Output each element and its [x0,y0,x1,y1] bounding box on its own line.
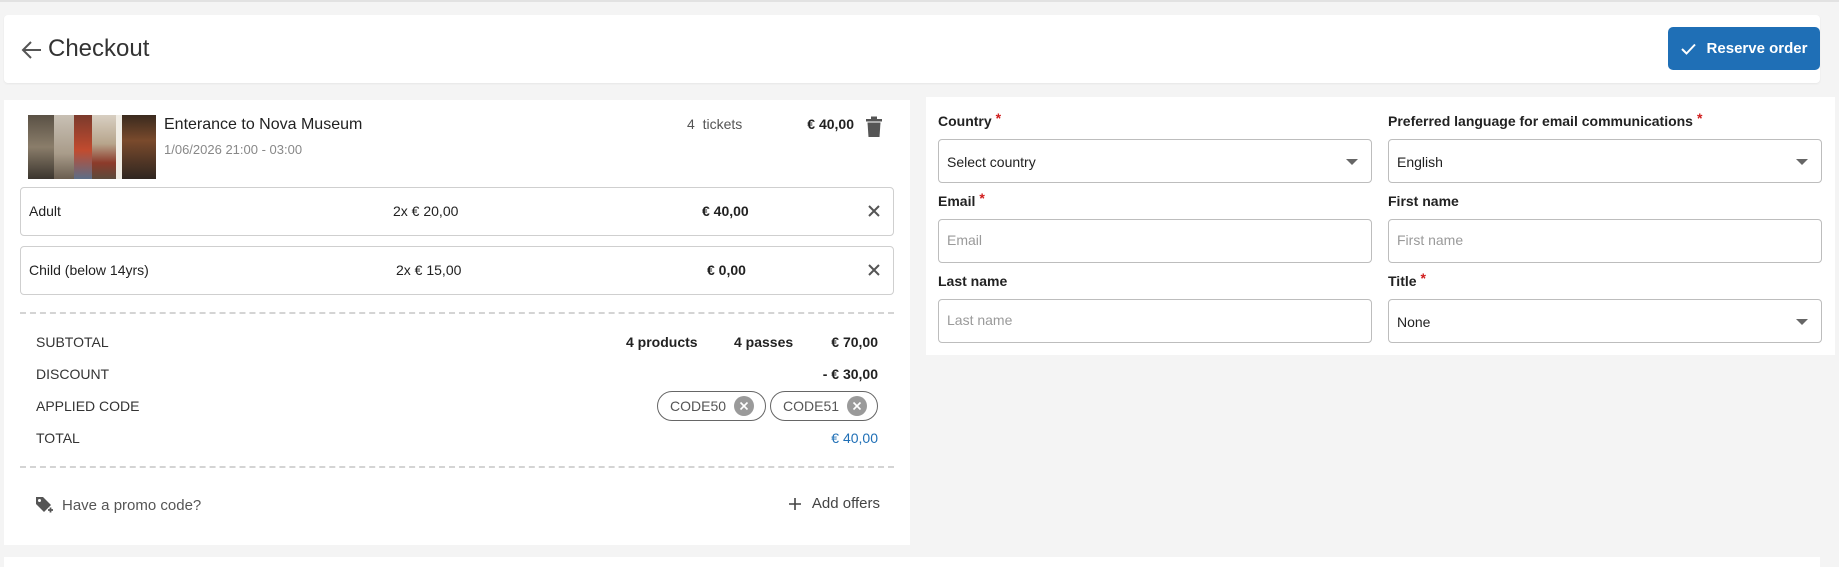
email-field[interactable] [938,219,1372,263]
ticket-row: Child (below 14yrs) 2x € 15,00 € 0,00 [20,246,894,295]
top-divider [0,0,1839,2]
ticket-name: Child (below 14yrs) [29,262,149,278]
last-name-input[interactable] [947,312,1357,328]
close-icon [868,264,880,276]
delete-product-button[interactable] [865,116,883,138]
back-button[interactable] [16,36,48,64]
title-label: Title * [1388,270,1426,289]
subtotal-value: € 70,00 [831,334,878,350]
divider [20,312,894,314]
checkout-header: Checkout Reserve order [4,15,1820,83]
first-name-label: First name [1388,193,1459,209]
total-value: € 40,00 [831,430,878,446]
applied-code-label: APPLIED CODE [36,398,140,414]
dropdown-caret-icon [1796,159,1808,165]
email-input[interactable] [947,232,1357,248]
arrow-left-icon [21,41,41,59]
ticket-count-label: tickets [702,116,743,132]
country-label: Country * [938,110,1002,129]
products-count: 4 products [626,334,698,350]
country-label-text: Country [938,113,992,129]
product-price: € 40,00 [807,116,854,132]
page-title: Checkout [48,35,150,62]
remove-code-button[interactable] [734,396,755,416]
order-summary-card: Enterance to Nova Museum 1/06/2026 21:00… [4,100,910,545]
product-thumbnail [28,115,156,179]
required-mark: * [995,110,1002,126]
applied-code-chip[interactable]: CODE51 [770,391,878,421]
check-icon [1680,43,1696,55]
country-select[interactable]: Select country [938,139,1372,183]
discount-value: - € 30,00 [822,366,878,382]
close-icon [868,205,880,217]
title-label-text: Title [1388,273,1417,289]
ticket-qty-price: 2x € 15,00 [396,262,462,278]
dropdown-caret-icon [1796,319,1808,325]
required-mark: * [1696,110,1703,126]
email-label-text: Email [938,193,976,209]
ticket-qty-price: 2x € 20,00 [393,203,459,219]
title-select[interactable]: None [1388,299,1822,343]
promo-code-label: Have a promo code? [62,496,202,514]
add-offers-label: Add offers [811,495,880,512]
language-label-text: Preferred language for email communicati… [1388,113,1693,129]
divider [20,466,894,468]
discount-label: DISCOUNT [36,366,110,382]
language-select[interactable]: English [1388,139,1822,183]
reserve-order-button[interactable]: Reserve order [1668,27,1820,70]
ticket-count-number: 4 [687,116,695,132]
reserve-order-label: Reserve order [1706,40,1808,57]
code-text: CODE51 [783,398,840,414]
applied-code-chip[interactable]: CODE50 [657,391,766,421]
next-section-card [4,557,1820,567]
plus-icon [788,497,801,510]
last-name-field[interactable] [938,299,1372,343]
close-circle-icon [739,401,749,411]
email-label: Email * [938,190,985,209]
first-name-field[interactable] [1388,219,1822,263]
ticket-amount: € 40,00 [702,203,749,219]
language-select-value: English [1397,154,1443,170]
title-select-value: None [1397,314,1431,330]
required-mark: * [979,190,985,206]
ticket-name: Adult [29,203,61,219]
dropdown-caret-icon [1346,159,1358,165]
customer-form-card: Country * Select country Preferred langua… [926,97,1835,355]
remove-ticket-button[interactable] [866,203,882,219]
tag-plus-icon [36,497,53,513]
trash-icon [866,116,882,137]
code-text: CODE50 [670,398,727,414]
ticket-row: Adult 2x € 20,00 € 40,00 [20,187,894,236]
add-offers-link[interactable]: Add offers [788,495,880,512]
passes-count: 4 passes [734,334,794,350]
subtotal-label: SUBTOTAL [36,334,109,350]
first-name-input[interactable] [1397,232,1807,248]
ticket-amount: € 0,00 [707,262,746,278]
last-name-label: Last name [938,273,1008,289]
promo-code-link[interactable]: Have a promo code? [34,495,201,515]
total-label: TOTAL [36,430,80,446]
country-select-value: Select country [947,154,1036,170]
required-mark: * [1420,270,1426,286]
remove-code-button[interactable] [847,396,868,416]
remove-ticket-button[interactable] [866,262,882,278]
language-label: Preferred language for email communicati… [1388,110,1703,129]
product-title: Enterance to Nova Museum [164,116,363,133]
product-date: 1/06/2026 21:00 - 03:00 [164,142,303,157]
product-ticket-count: 4 tickets [687,116,742,132]
close-circle-icon [852,401,862,411]
